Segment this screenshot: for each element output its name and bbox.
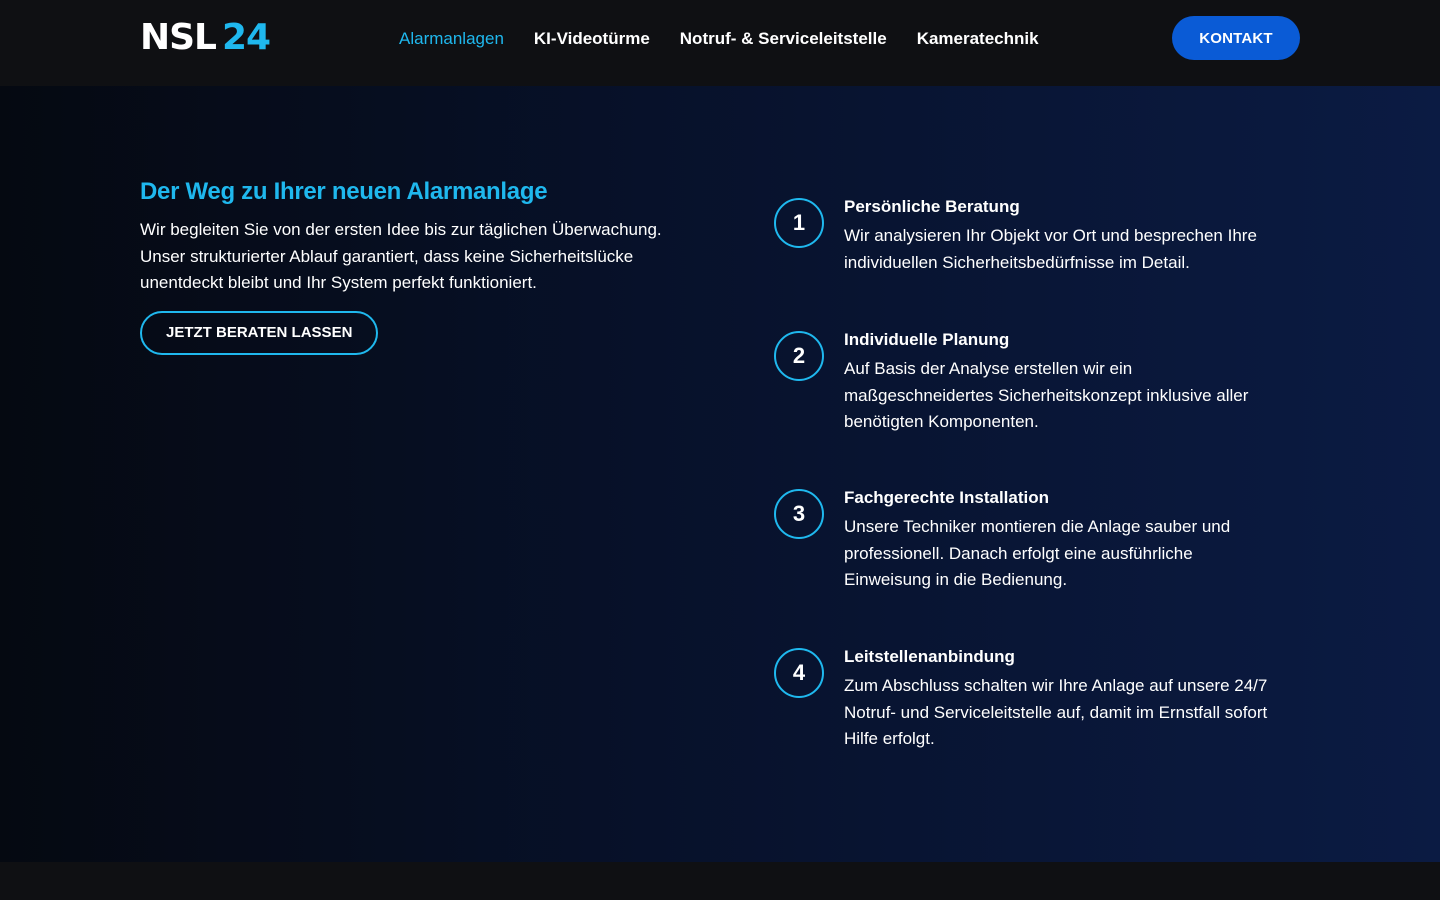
step-description: Wir analysieren Ihr Objekt vor Ort und b… xyxy=(844,226,1257,272)
logo-text-24: 24 xyxy=(222,17,271,58)
footer-strip xyxy=(0,862,1440,900)
logo[interactable]: NSL 24 xyxy=(140,17,271,58)
step-content: Persönliche Beratung Wir analysieren Ihr… xyxy=(844,195,1284,276)
logo-text-nsl: NSL xyxy=(140,17,217,58)
step-title: Fachgerechte Installation xyxy=(844,488,1049,507)
step-number-badge: 1 xyxy=(774,198,824,248)
process-section: Der Weg zu Ihrer neuen Alarmanlage Wir b… xyxy=(0,86,1440,862)
step-title: Persönliche Beratung xyxy=(844,197,1020,216)
step-title: Individuelle Planung xyxy=(844,330,1010,349)
main-nav: Alarmanlagen KI-Videotürme Notruf- & Ser… xyxy=(399,27,1039,51)
step-description: Auf Basis der Analyse erstellen wir ein … xyxy=(844,359,1249,431)
step-description: Unsere Techniker montieren die Anlage sa… xyxy=(844,517,1231,589)
step-number-badge: 3 xyxy=(774,489,824,539)
nav-item-kameratechnik[interactable]: Kameratechnik xyxy=(917,29,1039,49)
section-text: Wir begleiten Sie von der ersten Idee bi… xyxy=(140,220,662,292)
section-title: Der Weg zu Ihrer neuen Alarmanlage xyxy=(140,178,548,205)
step-content: Individuelle Planung Auf Basis der Analy… xyxy=(844,328,1284,436)
nav-item-alarmanlagen[interactable]: Alarmanlagen xyxy=(399,29,504,49)
step-title: Leitstellenanbindung xyxy=(844,647,1015,666)
step-content: Leitstellenanbindung Zum Abschluss schal… xyxy=(844,645,1284,753)
step-number-badge: 4 xyxy=(774,648,824,698)
step-content: Fachgerechte Installation Unsere Technik… xyxy=(844,486,1284,594)
step-description: Zum Abschluss schalten wir Ihre Anlage a… xyxy=(844,676,1268,748)
nav-item-notruf-serviceleitstelle[interactable]: Notruf- & Serviceleitstelle xyxy=(680,29,887,49)
intro-block: Der Weg zu Ihrer neuen Alarmanlage Wir b… xyxy=(140,175,700,355)
consultation-button[interactable]: JETZT BERATEN LASSEN xyxy=(140,310,379,355)
nav-item-ki-videotuerme[interactable]: KI-Videotürme xyxy=(534,29,650,49)
contact-button[interactable]: KONTAKT xyxy=(1172,16,1300,60)
step-number-badge: 2 xyxy=(774,331,824,381)
site-header: NSL 24 Alarmanlagen KI-Videotürme Notruf-… xyxy=(0,0,1440,86)
